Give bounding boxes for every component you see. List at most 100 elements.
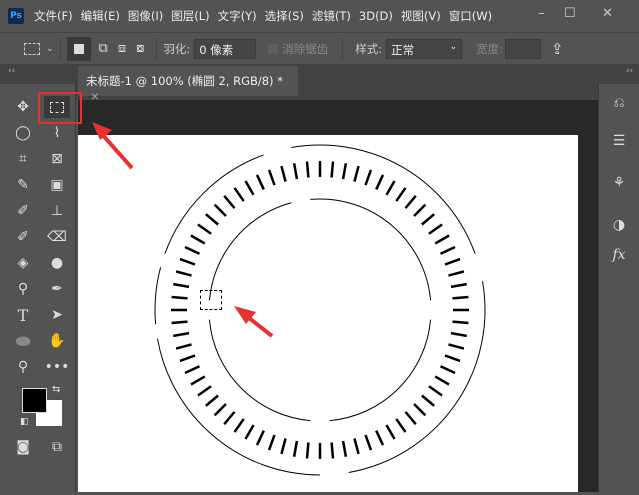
- inner-arc: [208, 202, 292, 301]
- screen-mode-icon[interactable]: ⧉: [44, 436, 70, 458]
- tick-mark: [413, 403, 427, 417]
- tick-mark: [330, 161, 335, 178]
- highlight-box: [38, 92, 82, 124]
- width-input[interactable]: [505, 38, 542, 59]
- maximize-button[interactable]: ☐: [564, 6, 576, 21]
- history-panel-icon[interactable]: ⎌: [607, 92, 631, 114]
- eyedropper-tool-icon[interactable]: ✎: [10, 174, 36, 196]
- tick-mark: [452, 320, 469, 325]
- tick-mark: [205, 394, 219, 407]
- adjustments-panel-icon[interactable]: ◑: [607, 214, 631, 236]
- style-label: 样式:: [355, 41, 383, 56]
- tick-mark: [448, 343, 465, 350]
- collapse-toolbar-icon[interactable]: ‹‹: [8, 66, 15, 76]
- antialias-label: 消除锯齿: [282, 41, 329, 56]
- tick-mark: [213, 203, 227, 217]
- antialias-checkbox[interactable]: [268, 43, 279, 54]
- zoom-tool-icon[interactable]: ⚲: [10, 356, 36, 378]
- intersect-selection-button[interactable]: ⧇: [136, 41, 144, 56]
- menu-image[interactable]: 图像(I): [128, 8, 163, 24]
- style-select[interactable]: 正常 ⌄: [386, 38, 463, 59]
- feather-input[interactable]: 0 像素: [194, 38, 257, 59]
- tick-mark: [280, 438, 287, 455]
- subtract-selection-button[interactable]: ⧈: [118, 41, 126, 56]
- path-select-tool-icon[interactable]: ➤: [44, 304, 70, 326]
- tick-mark: [385, 180, 396, 196]
- pen-tool-icon[interactable]: ✒: [44, 278, 70, 300]
- eraser-tool-icon[interactable]: ⌫: [44, 226, 70, 248]
- quick-mask-icon[interactable]: ◙: [10, 436, 36, 458]
- tick-mark: [255, 430, 265, 446]
- tick-mark: [353, 438, 360, 455]
- dodge-tool-icon[interactable]: ⚲: [10, 278, 36, 300]
- inner-arc: [310, 198, 432, 301]
- marquee-preset-icon[interactable]: [24, 42, 40, 55]
- menu-type[interactable]: 文字(Y): [218, 8, 257, 24]
- quick-select-tool-icon[interactable]: ⌇: [44, 122, 70, 144]
- outer-arc: [154, 267, 162, 325]
- tick-mark: [213, 403, 227, 417]
- canvas[interactable]: [78, 135, 578, 492]
- tick-mark: [190, 375, 206, 386]
- crop-tool-icon[interactable]: ⌗: [10, 148, 36, 170]
- share-icon[interactable]: ⇪: [551, 40, 564, 58]
- tick-mark: [305, 442, 310, 459]
- lasso-tool-icon[interactable]: ◯: [10, 122, 36, 144]
- tick-mark: [173, 282, 190, 289]
- tick-mark: [413, 203, 427, 217]
- close-button[interactable]: ✕: [602, 6, 613, 21]
- tick-mark: [434, 234, 450, 245]
- swap-colors-icon[interactable]: ⇆: [52, 384, 60, 395]
- tick-mark: [190, 234, 206, 245]
- menu-file[interactable]: 文件(F): [34, 8, 73, 24]
- menu-window[interactable]: 窗口(W): [449, 8, 492, 24]
- menu-layer[interactable]: 图层(L): [171, 8, 209, 24]
- tick-mark: [184, 245, 200, 255]
- add-selection-button[interactable]: ⧉: [99, 41, 108, 56]
- stamp-tool-icon[interactable]: ⊥: [44, 200, 70, 222]
- menu-view[interactable]: 视图(V): [401, 8, 441, 24]
- width-label: 宽度:: [476, 41, 504, 56]
- tick-mark: [404, 195, 417, 209]
- tick-mark: [421, 213, 435, 226]
- menu-3d[interactable]: 3D(D): [359, 9, 393, 23]
- patch-tool-icon[interactable]: ▣: [44, 174, 70, 196]
- type-tool-icon[interactable]: T: [10, 304, 36, 326]
- default-colors-icon[interactable]: ◧: [20, 417, 29, 427]
- minimize-button[interactable]: –: [538, 6, 545, 21]
- tick-mark: [244, 180, 255, 196]
- tick-mark: [280, 165, 287, 182]
- frame-tool-icon[interactable]: ⊠: [44, 148, 70, 170]
- blur-tool-icon[interactable]: ●: [44, 252, 70, 274]
- chevron-down-icon: ⌄: [449, 41, 458, 52]
- tick-mark: [444, 257, 461, 266]
- tick-mark: [184, 365, 200, 375]
- styles-panel-icon[interactable]: fx: [607, 244, 631, 266]
- hand-tool-icon[interactable]: ✋: [44, 330, 70, 352]
- menu-edit[interactable]: 编辑(E): [81, 8, 120, 24]
- new-selection-button[interactable]: [66, 36, 91, 61]
- chevron-down-icon[interactable]: ⌄: [46, 44, 54, 54]
- more-tools-icon[interactable]: •••: [44, 356, 70, 378]
- tick-mark: [171, 295, 188, 300]
- properties-panel-icon[interactable]: ☰: [607, 130, 631, 152]
- tick-mark: [440, 365, 456, 375]
- brush-tool-icon[interactable]: ✐: [10, 200, 36, 222]
- move-tool-icon[interactable]: ✥: [10, 96, 36, 118]
- menu-select[interactable]: 选择(S): [265, 8, 304, 24]
- menu-bar: Ps 文件(F) 编辑(E) 图像(I) 图层(L) 文字(Y) 选择(S) 滤…: [0, 0, 639, 32]
- tick-mark: [440, 245, 456, 255]
- outer-arc: [164, 154, 264, 254]
- paint-bucket-tool-icon[interactable]: ◈: [10, 252, 36, 274]
- ellipse-tool-icon[interactable]: ⬬: [10, 330, 36, 352]
- document-tab[interactable]: 未标题-1 @ 100% (椭圆 2, RGB/8) * ×: [78, 66, 298, 103]
- foreground-color-swatch[interactable]: [22, 388, 47, 413]
- options-bar: ⌄ ⧉ ⧈ ⧇ 羽化: 0 像素 消除锯齿 样式: 正常 ⌄ 宽度: ⇪: [0, 32, 639, 64]
- menu-filter[interactable]: 滤镜(T): [312, 8, 351, 24]
- channels-panel-icon[interactable]: ⚘: [607, 172, 631, 194]
- document-tab-bar: ‹‹ ‹‹ 未标题-1 @ 100% (椭圆 2, RGB/8) * ×: [0, 64, 639, 103]
- collapse-panels-icon[interactable]: ‹‹: [626, 66, 633, 76]
- history-brush-tool-icon[interactable]: ✐: [10, 226, 36, 248]
- tick-mark: [267, 434, 276, 451]
- tick-mark: [197, 385, 212, 397]
